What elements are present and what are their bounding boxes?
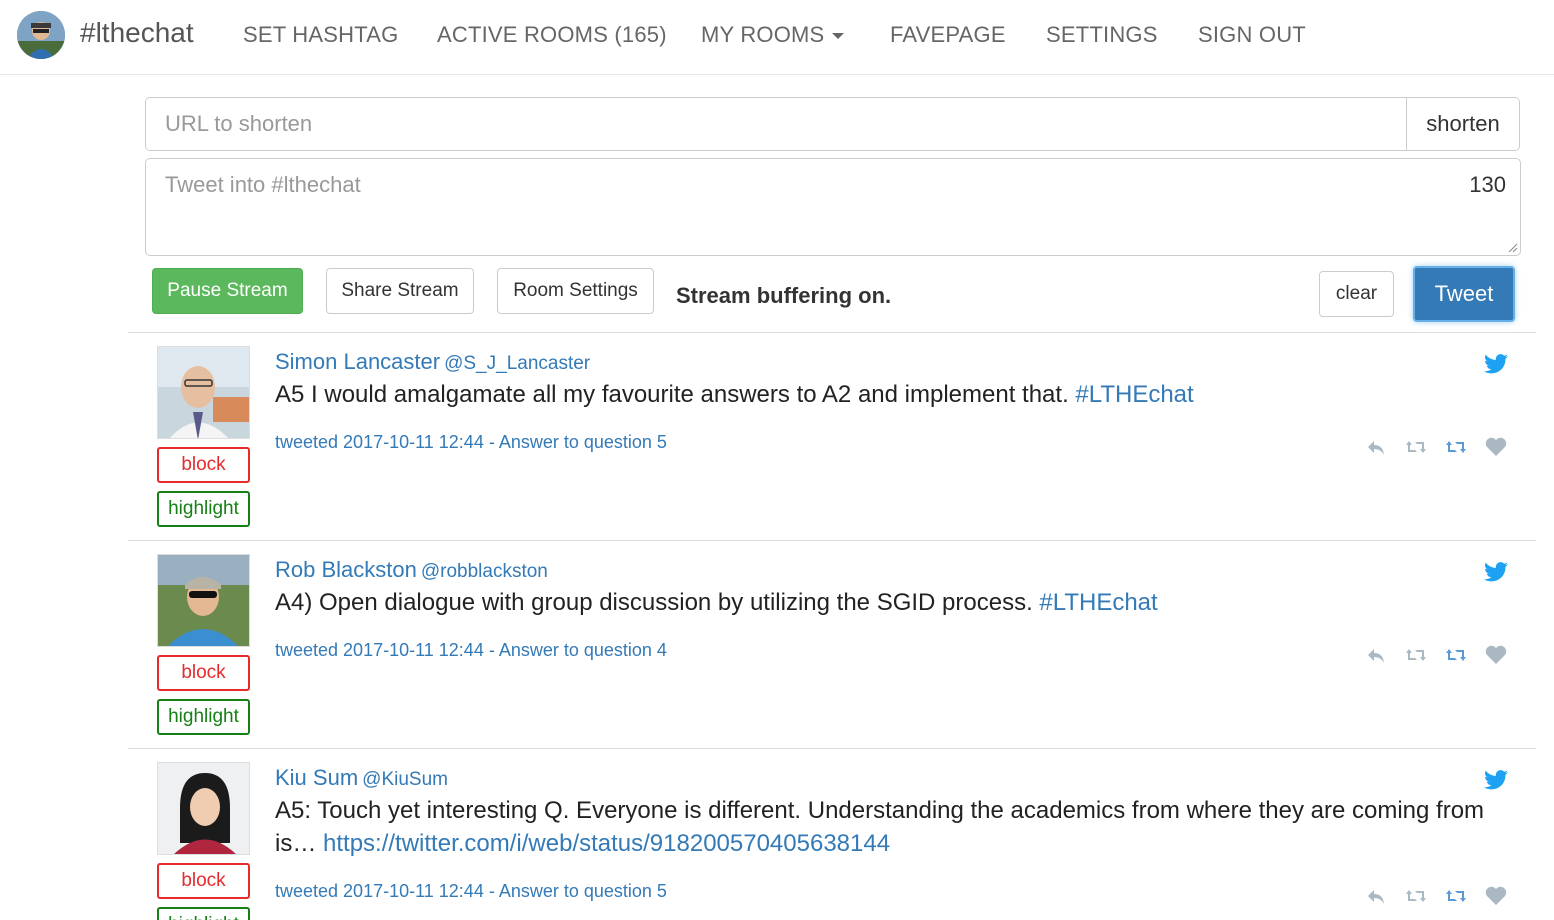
avatar[interactable] — [157, 554, 250, 647]
tweet-body: A5 I would amalgamate all my favourite a… — [275, 381, 1069, 408]
tweet-actions — [1364, 436, 1508, 458]
retweet-icon[interactable] — [1404, 644, 1428, 666]
nav-favepage[interactable]: FAVEPAGE — [890, 22, 1006, 48]
url-input[interactable] — [146, 98, 1406, 150]
retweet-icon[interactable] — [1404, 885, 1428, 907]
block-button[interactable]: block — [157, 863, 250, 899]
divider — [128, 332, 1536, 333]
url-shortener: shorten — [145, 97, 1520, 151]
reply-icon[interactable] — [1364, 436, 1388, 458]
share-stream-button[interactable]: Share Stream — [326, 268, 474, 314]
tweet-body: A4) Open dialogue with group discussion … — [275, 589, 1033, 616]
divider — [128, 748, 1536, 749]
room-settings-button[interactable]: Room Settings — [497, 268, 654, 314]
tweet-author[interactable]: Kiu Sum @KiuSum — [275, 765, 448, 791]
author-name: Simon Lancaster — [275, 349, 441, 374]
avatar[interactable] — [157, 762, 250, 855]
author-handle: @robblackston — [420, 561, 548, 582]
tweet-actions — [1364, 644, 1508, 666]
brand-avatar[interactable] — [17, 11, 65, 59]
avatar[interactable] — [157, 346, 250, 439]
retweet-icon[interactable] — [1404, 436, 1428, 458]
highlight-button[interactable]: highlight — [157, 907, 250, 920]
nav-settings[interactable]: SETTINGS — [1046, 22, 1158, 48]
block-button[interactable]: block — [157, 655, 250, 691]
heart-icon[interactable] — [1484, 436, 1508, 458]
tweet-hashtag-link[interactable]: #LTHEchat — [1075, 381, 1193, 408]
author-handle: @KiuSum — [362, 769, 448, 790]
tweet-meta[interactable]: tweeted 2017-10-11 12:44 - Answer to que… — [275, 640, 667, 661]
clear-button[interactable]: clear — [1319, 271, 1394, 317]
tweet-actions — [1364, 885, 1508, 907]
tweet-item: block highlight Rob Blackston @robblackst… — [128, 554, 1536, 748]
twitter-bird-icon[interactable] — [1484, 562, 1508, 582]
author-name: Rob Blackston — [275, 557, 417, 582]
quote-retweet-icon[interactable] — [1444, 885, 1468, 907]
heart-icon[interactable] — [1484, 644, 1508, 666]
tweet-text: A4) Open dialogue with group discussion … — [275, 586, 1515, 619]
stream-status: Stream buffering on. — [676, 283, 892, 308]
highlight-button[interactable]: highlight — [157, 699, 250, 735]
reply-icon[interactable] — [1364, 644, 1388, 666]
tweet-button[interactable]: Tweet — [1413, 266, 1515, 322]
tweet-author[interactable]: Simon Lancaster @S_J_Lancaster — [275, 349, 590, 375]
shorten-button[interactable]: shorten — [1406, 98, 1519, 150]
nav-active-rooms[interactable]: ACTIVE ROOMS (165) — [437, 22, 667, 48]
nav-sign-out[interactable]: SIGN OUT — [1198, 22, 1306, 48]
quote-retweet-icon[interactable] — [1444, 644, 1468, 666]
nav-my-rooms[interactable]: MY ROOMS — [701, 22, 845, 48]
nav-set-hashtag[interactable]: SET HASHTAG — [243, 22, 398, 48]
tweet-item: block highlight Simon Lancaster @S_J_Lanc… — [128, 346, 1536, 540]
tweet-author[interactable]: Rob Blackston @robblackston — [275, 557, 548, 583]
tweet-item: block highlight Kiu Sum@KiuSum A5: Touch… — [128, 762, 1536, 920]
author-name: Kiu Sum — [275, 765, 359, 790]
reply-icon[interactable] — [1364, 885, 1388, 907]
tweet-meta[interactable]: tweeted 2017-10-11 12:44 - Answer to que… — [275, 432, 667, 453]
highlight-button[interactable]: highlight — [157, 491, 250, 527]
char-counter: 130 — [1469, 172, 1506, 197]
tweet-hashtag-link[interactable]: #LTHEchat — [1039, 589, 1157, 616]
heart-icon[interactable] — [1484, 885, 1508, 907]
block-button[interactable]: block — [157, 447, 250, 483]
twitter-bird-icon[interactable] — [1484, 770, 1508, 790]
caret-down-icon — [832, 33, 845, 40]
twitter-bird-icon[interactable] — [1484, 354, 1508, 374]
pause-stream-button[interactable]: Pause Stream — [152, 268, 303, 314]
quote-retweet-icon[interactable] — [1444, 436, 1468, 458]
tweet-input[interactable] — [146, 159, 1520, 255]
author-handle: @S_J_Lancaster — [444, 353, 591, 374]
brand-title[interactable]: #lthechat — [80, 17, 194, 49]
tweet-text: A5: Touch yet interesting Q. Everyone is… — [275, 794, 1515, 860]
nav-my-rooms-label: MY ROOMS — [701, 22, 825, 47]
top-navbar: #lthechat SET HASHTAG ACTIVE ROOMS (165)… — [0, 0, 1554, 75]
tweet-url-link[interactable]: https://twitter.com/i/web/status/9182005… — [323, 830, 890, 857]
tweet-text: A5 I would amalgamate all my favourite a… — [275, 378, 1515, 411]
tweet-meta[interactable]: tweeted 2017-10-11 12:44 - Answer to que… — [275, 881, 667, 902]
resize-grip-icon[interactable] — [1506, 241, 1518, 253]
tweet-composer: 130 — [145, 158, 1521, 256]
divider — [128, 540, 1536, 541]
